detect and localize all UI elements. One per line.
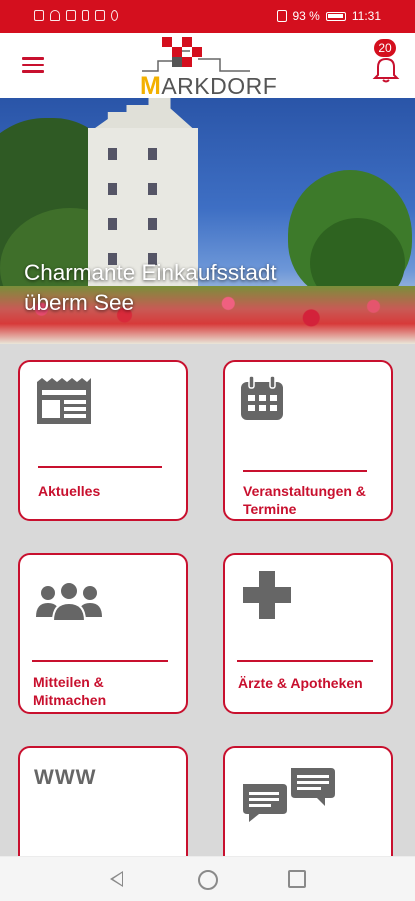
chat-bubbles-icon <box>243 768 335 822</box>
battery-percent: 93 % <box>292 9 320 23</box>
vibrate-icon <box>276 10 287 22</box>
tile-divider <box>237 660 373 662</box>
hamburger-menu-icon[interactable] <box>22 57 44 75</box>
people-group-icon <box>36 581 102 622</box>
hero-caption-line2: überm See <box>24 290 135 315</box>
system-navigation-bar <box>0 856 415 901</box>
tile-aktuelles[interactable]: Aktuelles <box>18 360 188 521</box>
battery-icon <box>325 11 346 21</box>
back-triangle-icon[interactable] <box>110 871 123 887</box>
recents-square-icon[interactable] <box>288 870 306 888</box>
hero-banner[interactable]: Charmante Einkaufsstadt überm See <box>0 98 415 344</box>
newspaper-icon <box>37 378 91 424</box>
status-notification-icons <box>34 10 118 21</box>
menu-tiles-grid: Aktuelles Veranstaltungen & Termine Mitt… <box>0 344 415 856</box>
hero-caption: Charmante Einkaufsstadt überm See <box>24 258 364 318</box>
tile-divider <box>38 466 162 468</box>
markdorf-logo[interactable]: MARKDORF <box>140 37 290 100</box>
tile-aerzte[interactable]: Ärzte & Apotheken <box>223 553 393 714</box>
location-icon <box>111 10 118 21</box>
tile-label: Ärzte & Apotheken <box>238 675 363 691</box>
status-system-icons: 93 % 11:31 <box>276 9 381 23</box>
nfc-icon <box>66 10 76 21</box>
status-bar: 93 % 11:31 <box>0 0 415 33</box>
tile-label: Veranstaltungen & Termine <box>243 483 366 517</box>
wifi-icon <box>50 10 60 21</box>
tile-chat[interactable] <box>223 746 393 856</box>
bluetooth-icon <box>82 10 89 21</box>
app-bar: MARKDORF 20 <box>0 33 415 100</box>
tile-label: Aktuelles <box>38 483 101 499</box>
tile-divider <box>32 660 168 662</box>
logo-wordmark: MARKDORF <box>140 72 278 100</box>
clock: 11:31 <box>351 9 381 23</box>
tile-mitteilen[interactable]: Mitteilen & Mitmachen <box>18 553 188 714</box>
notification-icon <box>34 10 44 21</box>
tile-veranstaltungen[interactable]: Veranstaltungen & Termine <box>223 360 393 521</box>
tile-www[interactable]: WWW <box>18 746 188 856</box>
notifications-button[interactable]: 20 <box>371 39 401 83</box>
tile-label: Mitteilen & Mitmachen <box>33 674 107 708</box>
logo-squares-graphic <box>142 37 250 72</box>
calendar-icon <box>241 376 283 420</box>
hero-caption-line1: Charmante Einkaufsstadt <box>24 260 277 285</box>
medical-cross-icon <box>243 571 291 619</box>
bell-icon <box>372 57 400 83</box>
home-circle-icon[interactable] <box>198 870 218 890</box>
tile-divider <box>243 470 367 472</box>
gallery-icon <box>95 10 105 21</box>
www-icon: WWW <box>34 766 97 789</box>
